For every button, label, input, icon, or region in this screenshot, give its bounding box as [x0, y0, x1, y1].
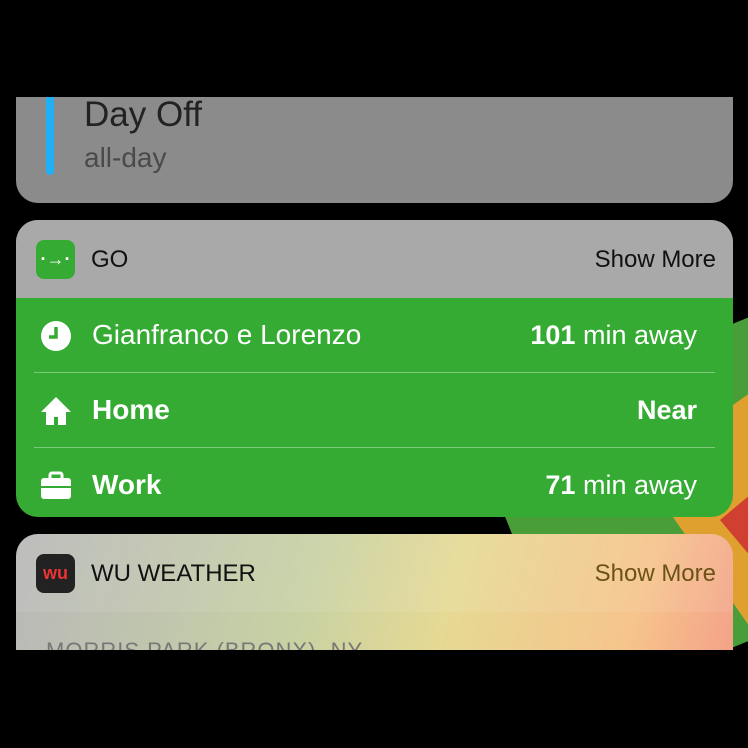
go-show-more-button[interactable]: Show More [595, 246, 716, 274]
weather-header: wu WU WEATHER Show More [16, 534, 733, 612]
destination-eta: 101 min away [530, 320, 697, 350]
briefcase-icon [41, 471, 71, 499]
wu-app-icon: wu [36, 554, 75, 593]
go-widget: ·→· GO Show More Gianfranco e Lorenzo 10… [16, 220, 733, 517]
destination-label: Gianfranco e Lorenzo [92, 319, 362, 350]
destination-label: Home [92, 394, 170, 425]
destination-eta: 71 min away [545, 470, 697, 500]
destination-row[interactable]: Work 71 min away [34, 448, 715, 517]
destination-row[interactable]: Home Near [34, 373, 715, 448]
clock-icon [41, 321, 71, 351]
event-time: all-day [84, 142, 167, 173]
calendar-widget[interactable]: Day Off all-day [16, 95, 733, 203]
destination-label: Work [92, 469, 162, 500]
calendar-color-bar [46, 97, 54, 175]
go-header: ·→· GO Show More [16, 220, 733, 298]
weather-show-more-button[interactable]: Show More [595, 560, 716, 588]
go-app-icon: ·→· [36, 240, 75, 279]
destination-row[interactable]: Gianfranco e Lorenzo 101 min away [34, 298, 715, 373]
destination-eta: Near [636, 395, 697, 425]
home-icon [41, 397, 71, 425]
weather-app-name: WU WEATHER [91, 560, 256, 587]
event-title: Day Off [84, 95, 203, 134]
go-app-name: GO [91, 246, 129, 273]
